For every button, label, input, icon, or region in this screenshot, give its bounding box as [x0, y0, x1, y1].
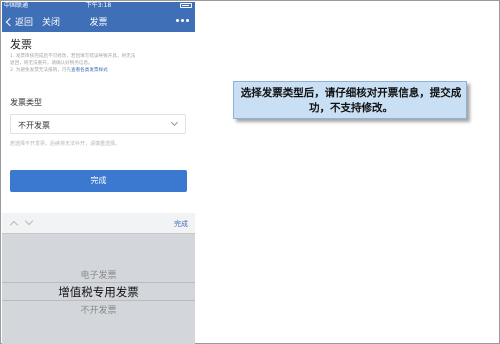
- more-icon[interactable]: [176, 19, 189, 22]
- annotation-callout: 选择发票类型后，请仔细核对开票信息，提交成功，不支持修改。: [233, 81, 467, 119]
- chevron-down-icon[interactable]: [24, 216, 34, 226]
- callout-text: 选择发票类型后，请仔细核对开票信息，提交成功，不支持修改。: [240, 87, 462, 114]
- done-button[interactable]: 完成: [10, 170, 187, 192]
- chevron-down-icon: [170, 118, 179, 127]
- picker-done-button[interactable]: 完成: [174, 219, 188, 229]
- section-title: 发票: [10, 38, 32, 51]
- selection-line: [2, 282, 195, 283]
- invoice-type-value: 不开发票: [18, 121, 50, 130]
- note-line: 2. 为避免发票无法报销，可先查看各类发票样式: [10, 68, 108, 73]
- phone-screen: 中国联通 下午3:18 返回 关闭 发票 发票 1. 发票审核完成后不可修改，若…: [2, 2, 195, 344]
- invoice-type-select[interactable]: 不开发票: [10, 114, 186, 134]
- status-bar: 中国联通 下午3:18: [2, 2, 195, 10]
- picker-option[interactable]: 电子发票: [2, 268, 195, 281]
- picker-toolbar: 完成: [2, 213, 195, 234]
- note-line: 1. 发票审核完成后不可修改，若因填写错误导致开具，将无法: [10, 54, 136, 59]
- picker-option[interactable]: 不开发票: [2, 303, 195, 316]
- picker-option-selected[interactable]: 增值税专用发票: [2, 284, 195, 300]
- page-title: 发票: [89, 18, 108, 28]
- battery-icon: [180, 3, 192, 8]
- invoice-type-label: 发票类型: [10, 98, 42, 107]
- invoice-type-hint: 若选择不开发票，后续将无法补开，请慎重选择。: [10, 141, 121, 147]
- chevron-up-icon[interactable]: [9, 220, 19, 230]
- note-line: 退回，将无法重开，请确认好税务信息。: [10, 61, 93, 66]
- invoice-notes: 1. 发票审核完成后不可修改，若因填写错误导致开具，将无法 退回，将无法重开，请…: [10, 53, 188, 74]
- picker-panel: 完成 电子发票 增值税专用发票 不开发票: [2, 213, 195, 344]
- status-time: 下午3:18: [85, 2, 112, 9]
- selection-line: [2, 300, 195, 301]
- nav-bar: 返回 关闭 发票: [2, 10, 195, 32]
- screenshot-frame: 中国联通 下午3:18 返回 关闭 发票 发票 1. 发票审核完成后不可修改，若…: [0, 0, 500, 344]
- invoice-style-link[interactable]: 查看各类发票样式: [71, 68, 108, 73]
